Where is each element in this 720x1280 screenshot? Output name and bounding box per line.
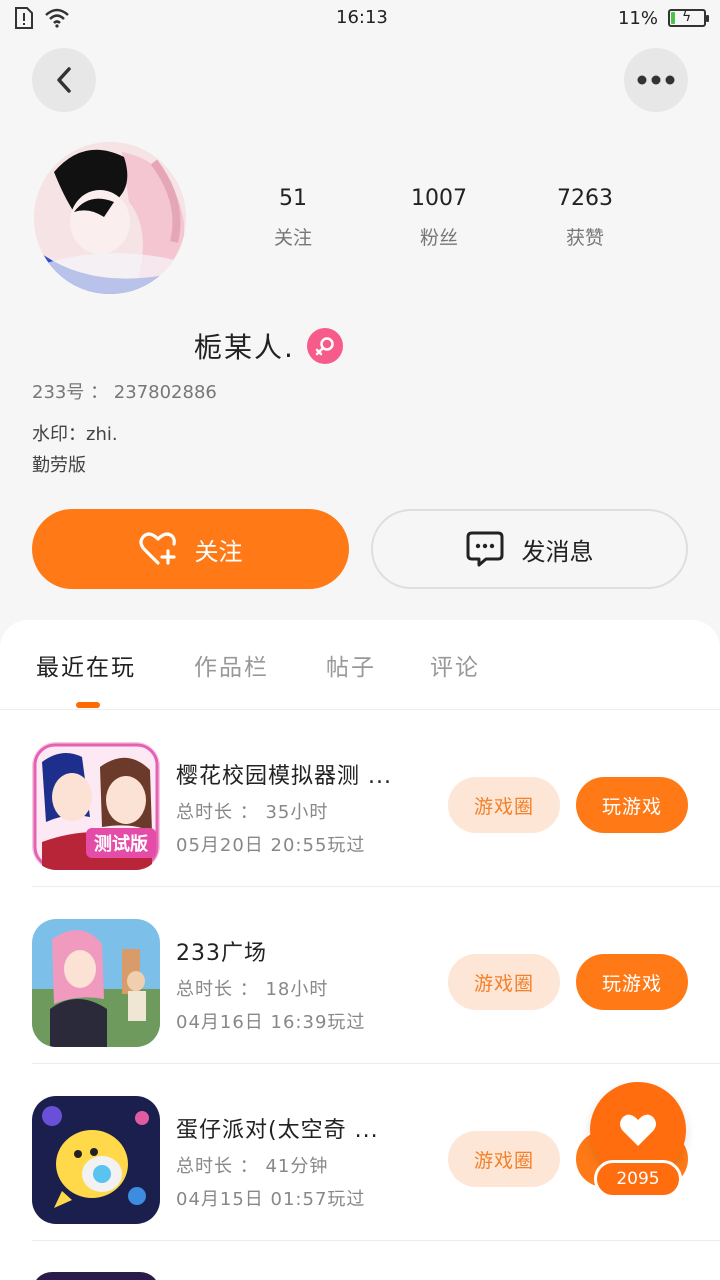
stat-label: 粉丝	[419, 227, 458, 249]
game-duration: 总时长 ： 35小时	[176, 802, 329, 823]
game-title: 233广场	[176, 941, 267, 966]
game-row[interactable]: 233广场 总时长 ： 18小时 04月16日 16:39玩过 游戏圈 玩游戏	[0, 887, 720, 1064]
heart-plus-icon	[138, 532, 176, 565]
stat-following[interactable]: 51 关注	[220, 186, 366, 250]
username: 栀某人.	[194, 331, 295, 364]
user-id: 233号 ： 237802886	[32, 382, 217, 403]
game-last-played: 04月16日 16:39玩过	[176, 1012, 366, 1033]
stat-followers[interactable]: 1007 粉丝	[366, 186, 512, 250]
tab-bar: 最近在玩 作品栏 帖子 评论	[0, 620, 720, 710]
game-icon[interactable]	[32, 1096, 160, 1224]
username-row: 栀某人.	[194, 326, 343, 366]
avatar[interactable]	[34, 142, 186, 294]
battery-fill	[671, 12, 675, 24]
status-bar: 16:13 11% ϟ	[0, 0, 720, 36]
status-left	[14, 7, 70, 29]
game-icon	[32, 1272, 160, 1280]
back-arrow-icon	[57, 67, 71, 93]
follow-label: 关注	[194, 537, 243, 566]
divider	[32, 1240, 720, 1241]
profile-stats: 51 关注 1007 粉丝 7263 获赞	[220, 186, 660, 250]
game-last-played: 04月15日 01:57玩过	[176, 1189, 366, 1210]
game-title: 蛋仔派对(太空奇 ...	[176, 1118, 379, 1143]
stat-likes[interactable]: 7263 获赞	[512, 186, 658, 250]
game-duration: 总时长 ： 41分钟	[176, 1156, 329, 1177]
more-dots-icon	[637, 75, 675, 85]
stat-value: 1007	[411, 186, 467, 211]
heart-icon	[620, 1114, 656, 1146]
tab-recently-played[interactable]: 最近在玩	[36, 648, 136, 682]
game-icon[interactable]: 测试版	[32, 742, 160, 870]
stat-label: 获赞	[565, 227, 604, 249]
game-last-played: 05月20日 20:55玩过	[176, 835, 366, 856]
tab-comments[interactable]: 评论	[430, 648, 480, 682]
female-icon	[306, 328, 343, 364]
tab-works[interactable]: 作品栏	[194, 648, 269, 682]
message-label: 发消息	[521, 537, 594, 566]
game-circle-button[interactable]: 游戏圈	[448, 1131, 560, 1187]
stat-value: 51	[279, 186, 307, 211]
tab-posts[interactable]: 帖子	[326, 648, 376, 682]
more-button[interactable]	[624, 48, 688, 112]
game-circle-button[interactable]: 游戏圈	[448, 777, 560, 833]
wifi-icon	[44, 8, 70, 28]
stat-value: 7263	[557, 186, 613, 211]
game-icon[interactable]	[32, 919, 160, 1047]
game-duration: 总时长 ： 18小时	[176, 979, 329, 1000]
back-button[interactable]	[32, 48, 96, 112]
message-button[interactable]: 发消息	[371, 509, 688, 589]
sim-alert-icon	[14, 7, 34, 29]
bio-line: 勤劳版	[32, 455, 86, 476]
game-title: 樱花校园模拟器测 ...	[176, 764, 392, 789]
stat-label: 关注	[273, 227, 312, 249]
chat-bubble-icon	[466, 531, 503, 567]
play-game-button[interactable]: 玩游戏	[576, 777, 688, 833]
bio-line: 水印：zhi.	[32, 424, 118, 445]
status-right: 11% ϟ	[617, 7, 709, 29]
game-circle-button[interactable]: 游戏圈	[448, 954, 560, 1010]
follow-button[interactable]: 关注	[32, 509, 349, 589]
play-game-button[interactable]: 玩游戏	[576, 954, 688, 1010]
game-badge: 测试版	[94, 833, 148, 855]
battery-percent: 11%	[617, 7, 658, 29]
tab-active-indicator	[76, 702, 100, 708]
like-count: 2095	[594, 1160, 682, 1198]
status-time: 16:13	[336, 7, 388, 28]
charging-bolt-icon: ϟ	[682, 9, 692, 25]
battery-icon: ϟ	[668, 9, 709, 27]
game-row[interactable]: 测试版 樱花校园模拟器测 ... 总时长 ： 35小时 05月20日 20:55…	[0, 710, 720, 887]
